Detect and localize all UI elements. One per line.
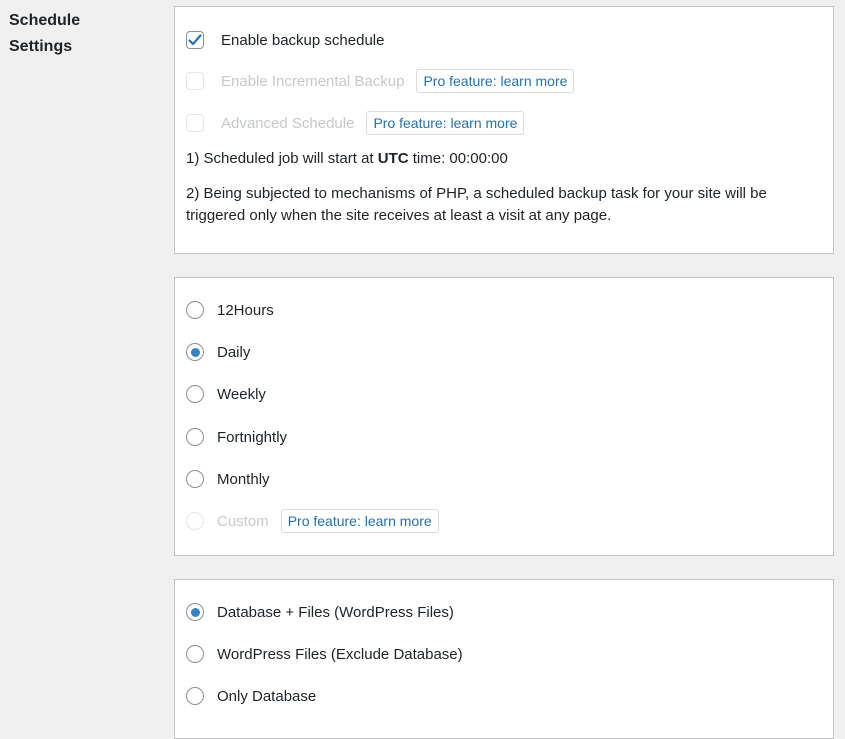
frequency-option-fortnightly[interactable]: Fortnightly [186,426,287,448]
backup-type-radio-db-files[interactable] [186,603,204,621]
enable-incremental-backup-checkbox [186,72,204,90]
advanced-schedule-option: Advanced Schedule Pro feature: learn mor… [186,111,525,135]
advanced-schedule-label: Advanced Schedule [221,114,355,132]
backup-frequency-panel: 12Hours Daily Weekly Fortnightly Monthly… [174,277,834,556]
utc-start-note: 1) Scheduled job will start at UTC time:… [186,150,508,167]
frequency-radio-monthly[interactable] [186,470,204,488]
frequency-option-daily[interactable]: Daily [186,341,250,363]
backup-type-radio-files-only[interactable] [186,645,204,663]
frequency-radio-12hours[interactable] [186,301,204,319]
checkmark-icon [188,34,202,46]
backup-type-radio-db-only[interactable] [186,687,204,705]
schedule-settings-label: Schedule Settings [9,12,81,55]
radio-selected-dot [190,607,200,617]
advanced-schedule-checkbox [186,114,204,132]
backup-type-panel: Database + Files (WordPress Files) WordP… [174,579,834,739]
enable-backup-schedule-checkbox[interactable] [186,31,204,49]
frequency-option-weekly[interactable]: Weekly [186,383,266,405]
backup-type-option-db-only[interactable]: Only Database [186,685,316,707]
frequency-radio-custom [186,512,204,530]
frequency-option-monthly[interactable]: Monthly [186,468,270,490]
frequency-radio-weekly[interactable] [186,385,204,403]
php-mechanism-note: 2) Being subjected to mechanisms of PHP,… [186,185,767,224]
backup-type-option-files-only[interactable]: WordPress Files (Exclude Database) [186,643,463,665]
schedule-options-panel: Enable backup schedule Enable Incrementa… [174,6,834,254]
incremental-pro-feature-link[interactable]: Pro feature: learn more [416,69,575,93]
enable-incremental-backup-label: Enable Incremental Backup [221,72,405,90]
frequency-radio-daily[interactable] [186,343,204,361]
enable-backup-schedule-option[interactable]: Enable backup schedule [186,29,384,51]
enable-incremental-backup-option: Enable Incremental Backup Pro feature: l… [186,69,575,93]
backup-type-option-db-files[interactable]: Database + Files (WordPress Files) [186,601,454,623]
enable-backup-schedule-label: Enable backup schedule [221,31,385,49]
frequency-option-12hours[interactable]: 12Hours [186,299,274,321]
frequency-option-custom: Custom Pro feature: learn more [186,509,439,533]
advanced-schedule-pro-feature-link[interactable]: Pro feature: learn more [366,111,525,135]
custom-pro-feature-link[interactable]: Pro feature: learn more [280,509,439,533]
radio-selected-dot [190,347,200,357]
frequency-radio-fortnightly[interactable] [186,428,204,446]
